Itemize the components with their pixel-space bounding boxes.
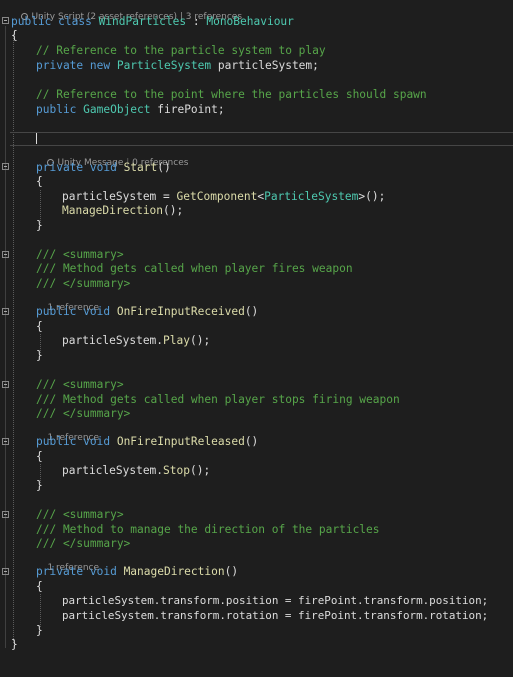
doc-comment: /// </summary>: [36, 407, 131, 420]
punctuation: (): [224, 565, 239, 578]
comment: // Reference to the point where the part…: [36, 88, 427, 101]
punctuation: (): [157, 161, 171, 174]
method-call: Play: [163, 334, 190, 347]
brace: }: [11, 638, 18, 651]
punctuation: (): [244, 435, 259, 448]
method-name: OnFireInputReleased: [116, 435, 245, 448]
doc-comment: /// </summary>: [36, 537, 131, 550]
keyword: public: [36, 103, 84, 116]
statement: particleSystem =: [62, 190, 177, 203]
doc-comment: /// <summary>: [36, 248, 124, 261]
type-name: ParticleSystem: [264, 190, 359, 203]
method-name: Start: [123, 161, 158, 174]
method-name: OnFireInputReceived: [116, 305, 245, 318]
type-name: ParticleSystem: [116, 59, 212, 72]
punctuation: :: [186, 15, 207, 28]
method-call: ManageDirection: [62, 204, 164, 217]
brace: {: [36, 580, 43, 593]
keyword: private void: [36, 565, 124, 578]
method-call: Stop: [163, 464, 190, 477]
code-line[interactable]: public GameObject firePoint;: [0, 103, 513, 142]
punctuation: ();: [190, 464, 211, 477]
brace: }: [36, 219, 43, 232]
punctuation: ();: [190, 334, 211, 347]
field-name: particleSystem;: [211, 59, 319, 72]
code-line[interactable]: }: [0, 638, 513, 677]
brace: {: [36, 175, 43, 188]
field-name: firePoint;: [150, 103, 225, 116]
punctuation: ();: [163, 204, 184, 217]
method-call: GetComponent: [176, 190, 258, 203]
doc-comment: /// Method gets called when player fires…: [36, 262, 353, 275]
class-name: WindParticles: [98, 15, 187, 28]
code-editor[interactable]: Unity Script (2 asset references) | 3 re…: [0, 0, 513, 656]
brace: }: [36, 349, 43, 362]
comment: // Reference to the particle system to p…: [36, 44, 326, 57]
doc-comment: /// </summary>: [36, 277, 131, 290]
doc-comment: /// <summary>: [36, 378, 124, 391]
doc-comment: /// Method gets called when player stops…: [36, 393, 400, 406]
keyword: public void: [36, 435, 117, 448]
statement: particleSystem.transform.rotation = fire…: [62, 609, 489, 622]
statement: particleSystem.transform.position = fire…: [62, 594, 489, 607]
brace: }: [36, 479, 43, 492]
brace: {: [36, 320, 43, 333]
keyword: private void: [36, 161, 124, 174]
base-class-name: MonoBehaviour: [206, 15, 294, 28]
statement: particleSystem.: [62, 464, 164, 477]
statement: particleSystem.: [62, 334, 164, 347]
punctuation: >();: [358, 190, 386, 203]
method-name: ManageDirection: [123, 565, 225, 578]
punctuation: (): [244, 305, 259, 318]
type-name: GameObject: [83, 103, 151, 116]
keyword: public class: [11, 15, 99, 28]
brace: {: [11, 29, 18, 42]
keyword: public void: [36, 305, 117, 318]
doc-comment: /// <summary>: [36, 508, 124, 521]
brace: }: [36, 624, 43, 637]
doc-comment: /// Method to manage the direction of th…: [36, 523, 380, 536]
brace: {: [36, 450, 43, 463]
keyword: private new: [36, 59, 117, 72]
